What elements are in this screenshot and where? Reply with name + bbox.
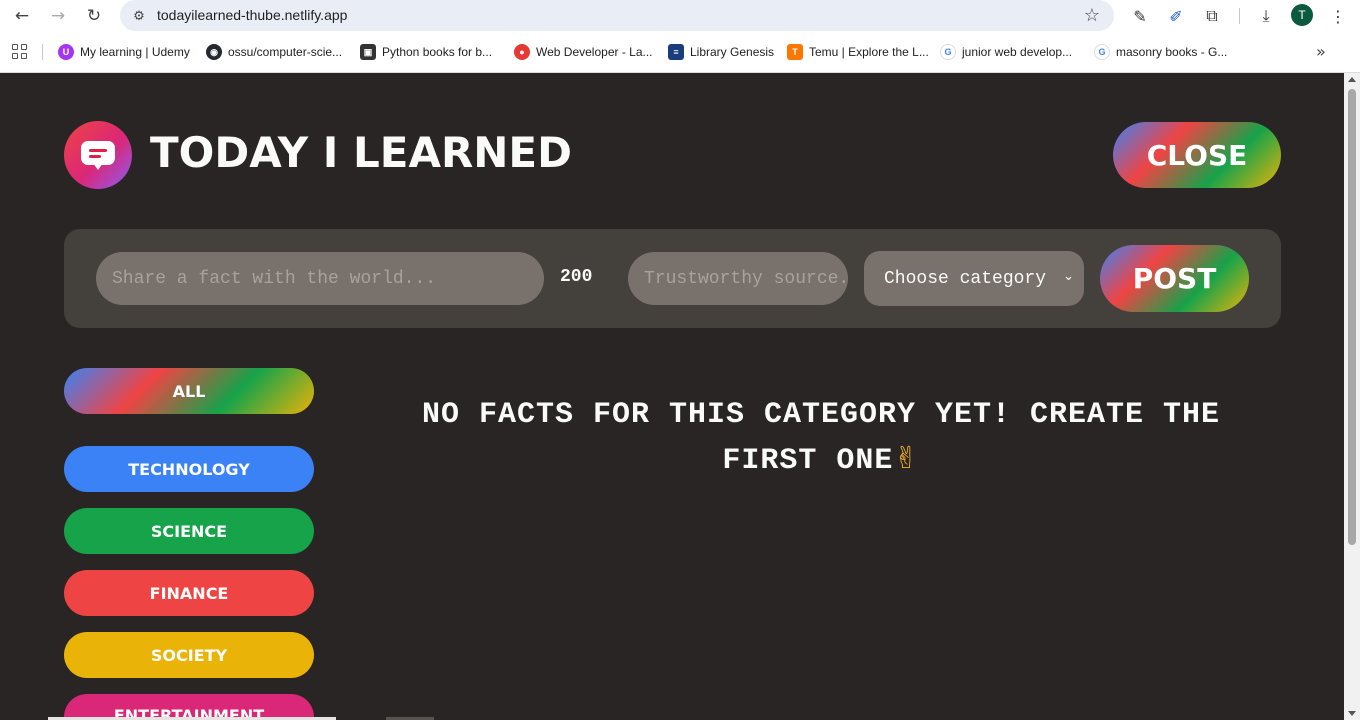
bookmark-star-icon[interactable]: ☆ xyxy=(1084,5,1100,26)
udemy-icon: U xyxy=(58,44,74,60)
bookmark-masonry-books[interactable]: G masonry books - G... xyxy=(1094,43,1227,61)
bookmark-label: Temu | Explore the L... xyxy=(809,45,929,59)
new-fact-form: 200 Choose category ⌄ Post xyxy=(64,229,1281,328)
github-icon: ◉ xyxy=(206,44,222,60)
victory-hand-icon: ✌ xyxy=(893,441,920,476)
browser-menu-icon[interactable]: ⋮ xyxy=(1326,4,1350,28)
logo-icon xyxy=(64,121,132,189)
source-input[interactable] xyxy=(628,252,848,305)
extensions-puzzle-icon[interactable]: ⧉ xyxy=(1200,4,1224,28)
bookmark-label: Web Developer - La... xyxy=(536,45,653,59)
category-all-button[interactable]: All xyxy=(64,368,314,414)
scroll-up-icon[interactable] xyxy=(1348,77,1356,82)
bookmark-label: Python books for b... xyxy=(382,45,493,59)
bookmark-label: My learning | Udemy xyxy=(80,45,190,59)
bookmark-python-books[interactable]: ▣ Python books for b... xyxy=(360,43,492,61)
site-settings-icon[interactable]: ⚙ xyxy=(130,7,148,25)
url-text: todayilearned-thube.netlify.app xyxy=(157,7,348,23)
profile-avatar[interactable]: T xyxy=(1291,4,1313,26)
close-button[interactable]: Close xyxy=(1113,122,1281,188)
bookmark-label: junior web develop... xyxy=(962,45,1073,59)
scrollbar-thumb[interactable] xyxy=(1348,89,1356,545)
bookmark-udemy[interactable]: U My learning | Udemy xyxy=(58,43,190,61)
download-icon[interactable]: ⤓ xyxy=(1254,4,1278,28)
bookmark-label: ossu/computer-scie... xyxy=(228,45,343,59)
circle-icon: ● xyxy=(514,44,530,60)
page-content: Today I Learned Close 200 Choose categor… xyxy=(0,73,1344,720)
bookmark-library-genesis[interactable]: ≡ Library Genesis xyxy=(668,43,774,61)
bookmarks-bar: U My learning | Udemy ◉ ossu/computer-sc… xyxy=(0,38,1360,66)
category-society-button[interactable]: Society xyxy=(64,632,314,678)
char-count: 200 xyxy=(560,267,593,287)
empty-state-message: No facts for this category yet! Create t… xyxy=(386,393,1256,483)
back-arrow-icon[interactable]: ← xyxy=(10,4,34,28)
eyedropper-extension-icon[interactable]: ✎ xyxy=(1128,4,1152,28)
page-scrollbar[interactable] xyxy=(1344,73,1360,720)
post-button[interactable]: Post xyxy=(1100,245,1249,312)
apps-grid-icon[interactable] xyxy=(12,44,28,60)
address-bar[interactable]: ⚙ todayilearned-thube.netlify.app ☆ xyxy=(120,0,1114,31)
category-technology-button[interactable]: Technology xyxy=(64,446,314,492)
category-science-button[interactable]: Science xyxy=(64,508,314,554)
browser-toolbar: ← → ↻ ⚙ todayilearned-thube.netlify.app … xyxy=(0,0,1360,32)
category-select-value: Choose category xyxy=(884,268,1047,289)
browser-chrome: ← → ↻ ⚙ todayilearned-thube.netlify.app … xyxy=(0,0,1360,73)
google-icon: G xyxy=(1094,44,1110,60)
edit-extension-icon[interactable]: ✐ xyxy=(1164,4,1188,28)
bookmark-web-developer[interactable]: ● Web Developer - La... xyxy=(514,43,653,61)
scroll-down-icon[interactable] xyxy=(1348,711,1356,716)
bookmarks-divider xyxy=(42,44,43,60)
google-icon: G xyxy=(940,44,956,60)
temu-icon: T xyxy=(787,44,803,60)
more-bookmarks-icon[interactable]: » xyxy=(1316,42,1326,61)
app-title: Today I Learned xyxy=(150,128,572,177)
toolbar-divider xyxy=(1239,8,1240,24)
category-finance-button[interactable]: Finance xyxy=(64,570,314,616)
bookmark-label: Library Genesis xyxy=(690,45,775,59)
bookmark-ossu[interactable]: ◉ ossu/computer-scie... xyxy=(206,43,342,61)
empty-state-text: No facts for this category yet! Create t… xyxy=(421,398,1221,478)
forward-arrow-icon[interactable]: → xyxy=(46,4,70,28)
reload-icon[interactable]: ↻ xyxy=(82,4,106,28)
bookmark-temu[interactable]: T Temu | Explore the L... xyxy=(787,43,929,61)
category-select[interactable]: Choose category ⌄ xyxy=(864,251,1084,306)
library-icon: ≡ xyxy=(668,44,684,60)
book-icon: ▣ xyxy=(360,44,376,60)
fact-input[interactable] xyxy=(96,252,544,305)
bookmark-label: masonry books - G... xyxy=(1116,45,1228,59)
bookmark-junior-web[interactable]: G junior web develop... xyxy=(940,43,1072,61)
chevron-down-icon: ⌄ xyxy=(1063,269,1074,284)
